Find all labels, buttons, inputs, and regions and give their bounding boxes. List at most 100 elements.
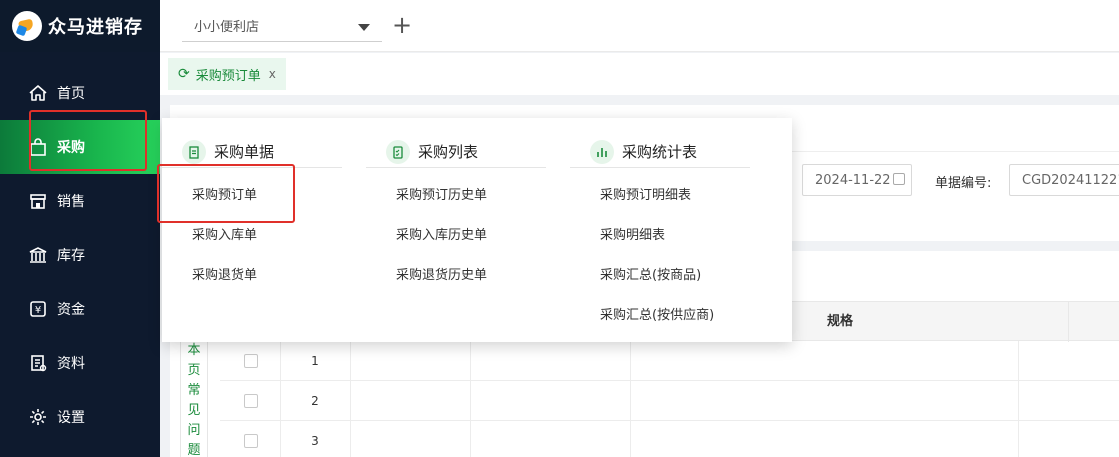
sidebar-item-purchase[interactable]: 采购 — [0, 120, 160, 174]
date-input[interactable]: 2024-11-22 — [802, 164, 912, 196]
doc-number-input[interactable]: CGD20241122160 — [1009, 164, 1119, 196]
logo-icon — [12, 11, 42, 41]
table-row: 2 — [220, 381, 1119, 421]
table-row: 3 — [220, 421, 1119, 457]
yen-icon: ¥ — [28, 299, 48, 319]
menu-item-purchase-return[interactable]: 采购退货单 — [162, 256, 342, 296]
bar-chart-icon — [590, 139, 614, 164]
purchase-dropdown-menu: 采购单据 采购预订单 采购入库单 采购退货单 采购列表 采购预订历史单 采购入库… — [162, 118, 792, 342]
menu-column-header: 采购列表 — [366, 138, 546, 168]
sidebar-item-label: 设置 — [57, 410, 85, 426]
cell-divider — [630, 381, 631, 421]
table-row: 1 — [220, 341, 1119, 381]
cell-divider — [470, 421, 471, 457]
menu-item-receipt-history[interactable]: 采购入库历史单 — [366, 216, 546, 256]
doc-number-value: CGD20241122160 — [1022, 172, 1119, 188]
cell-divider — [1018, 341, 1019, 381]
add-store-button[interactable]: + — [392, 13, 412, 37]
sidebar-item-inventory[interactable]: 库存 — [0, 228, 160, 282]
column-header-spec[interactable]: 规格 — [810, 302, 870, 342]
tab-label: 采购预订单 — [195, 68, 261, 84]
menu-item-purchase-detail-report[interactable]: 采购明细表 — [570, 216, 750, 256]
row-number: 3 — [311, 434, 319, 448]
document-icon — [28, 353, 48, 373]
sidebar-item-label: 资金 — [57, 302, 85, 318]
menu-column-title: 采购统计表 — [622, 143, 698, 161]
home-icon — [28, 83, 48, 103]
cell-divider — [470, 341, 471, 381]
sidebar: 众马进销存 首页 采购 销售 库存 ¥ 资金 资料 设置 — [0, 0, 160, 457]
date-value: 2024-11-22 — [815, 172, 891, 188]
menu-item-summary-by-product[interactable]: 采购汇总(按商品) — [570, 256, 750, 296]
clipboard-icon — [182, 139, 206, 164]
cell-divider — [630, 341, 631, 381]
menu-column-title: 采购单据 — [214, 143, 275, 161]
sidebar-item-funds[interactable]: ¥ 资金 — [0, 282, 160, 336]
tab-purchase-order[interactable]: ⟳ 采购预订单 x — [168, 58, 286, 90]
sidebar-item-data[interactable]: 资料 — [0, 336, 160, 390]
cell-divider — [1018, 421, 1019, 457]
checklist-icon — [386, 139, 410, 164]
row-checkbox[interactable] — [244, 394, 258, 408]
faq-char: 常 — [187, 383, 201, 398]
calendar-icon[interactable] — [893, 173, 905, 185]
app-logo[interactable]: 众马进销存 — [0, 0, 160, 52]
menu-column-title: 采购列表 — [418, 143, 479, 161]
menu-column-documents: 采购单据 采购预订单 采购入库单 采购退货单 — [162, 138, 342, 296]
cell-divider — [1018, 381, 1019, 421]
caret-down-icon — [358, 24, 370, 31]
menu-item-return-history[interactable]: 采购退货历史单 — [366, 256, 546, 296]
cell-divider — [630, 421, 631, 457]
cell-divider — [350, 341, 351, 381]
faq-char: 本 — [187, 343, 201, 358]
store-icon — [28, 191, 48, 211]
menu-column-header: 采购单据 — [162, 138, 342, 168]
sidebar-item-sales[interactable]: 销售 — [0, 174, 160, 228]
cell-divider — [280, 421, 281, 457]
sidebar-item-label: 采购 — [57, 140, 85, 156]
column-divider — [1068, 302, 1069, 342]
row-number: 2 — [311, 394, 319, 408]
row-number: 1 — [311, 354, 319, 368]
warehouse-icon — [28, 245, 48, 265]
sidebar-item-label: 资料 — [57, 356, 85, 372]
tab-bar: ⟳ 采购预订单 x — [160, 53, 1119, 95]
menu-column-header: 采购统计表 — [570, 138, 750, 168]
cell-divider — [470, 381, 471, 421]
menu-item-purchase-receipt[interactable]: 采购入库单 — [162, 216, 342, 256]
cell-divider — [350, 421, 351, 457]
shopping-bag-icon — [28, 137, 48, 157]
cell-divider — [350, 381, 351, 421]
faq-char: 页 — [187, 363, 201, 378]
column-header-unit[interactable]: 单位 — [1110, 302, 1119, 342]
cell-divider — [280, 341, 281, 381]
sidebar-item-label: 库存 — [57, 248, 85, 264]
menu-column-lists: 采购列表 采购预订历史单 采购入库历史单 采购退货历史单 — [366, 138, 546, 296]
menu-column-statistics: 采购统计表 采购预订明细表 采购明细表 采购汇总(按商品) 采购汇总(按供应商) — [570, 138, 750, 336]
sidebar-item-settings[interactable]: 设置 — [0, 390, 160, 444]
row-checkbox[interactable] — [244, 354, 258, 368]
store-select-value: 小小便利店 — [194, 20, 260, 35]
sidebar-nav: 首页 采购 销售 库存 ¥ 资金 资料 设置 — [0, 66, 160, 444]
doc-number-label: 单据编号: — [935, 176, 992, 191]
app-name: 众马进销存 — [48, 17, 143, 38]
row-checkbox[interactable] — [244, 434, 258, 448]
sidebar-item-home[interactable]: 首页 — [0, 66, 160, 120]
menu-item-order-history[interactable]: 采购预订历史单 — [366, 176, 546, 216]
top-bar: 小小便利店 + — [160, 0, 1119, 52]
faq-side-link[interactable]: 本 页 常 见 问 题 — [180, 341, 208, 457]
menu-item-purchase-order[interactable]: 采购预订单 — [162, 176, 342, 216]
store-select[interactable]: 小小便利店 — [182, 10, 382, 42]
refresh-icon[interactable]: ⟳ — [178, 66, 190, 82]
menu-item-summary-by-supplier[interactable]: 采购汇总(按供应商) — [570, 296, 750, 336]
faq-char: 问 — [187, 423, 201, 438]
svg-text:¥: ¥ — [35, 305, 41, 316]
sidebar-item-label: 首页 — [57, 86, 85, 102]
menu-item-order-detail-report[interactable]: 采购预订明细表 — [570, 176, 750, 216]
close-icon[interactable]: x — [269, 67, 276, 81]
gear-icon — [28, 407, 48, 427]
faq-char: 题 — [187, 443, 201, 457]
sidebar-item-label: 销售 — [57, 194, 85, 210]
cell-divider — [280, 381, 281, 421]
faq-char: 见 — [187, 403, 201, 418]
